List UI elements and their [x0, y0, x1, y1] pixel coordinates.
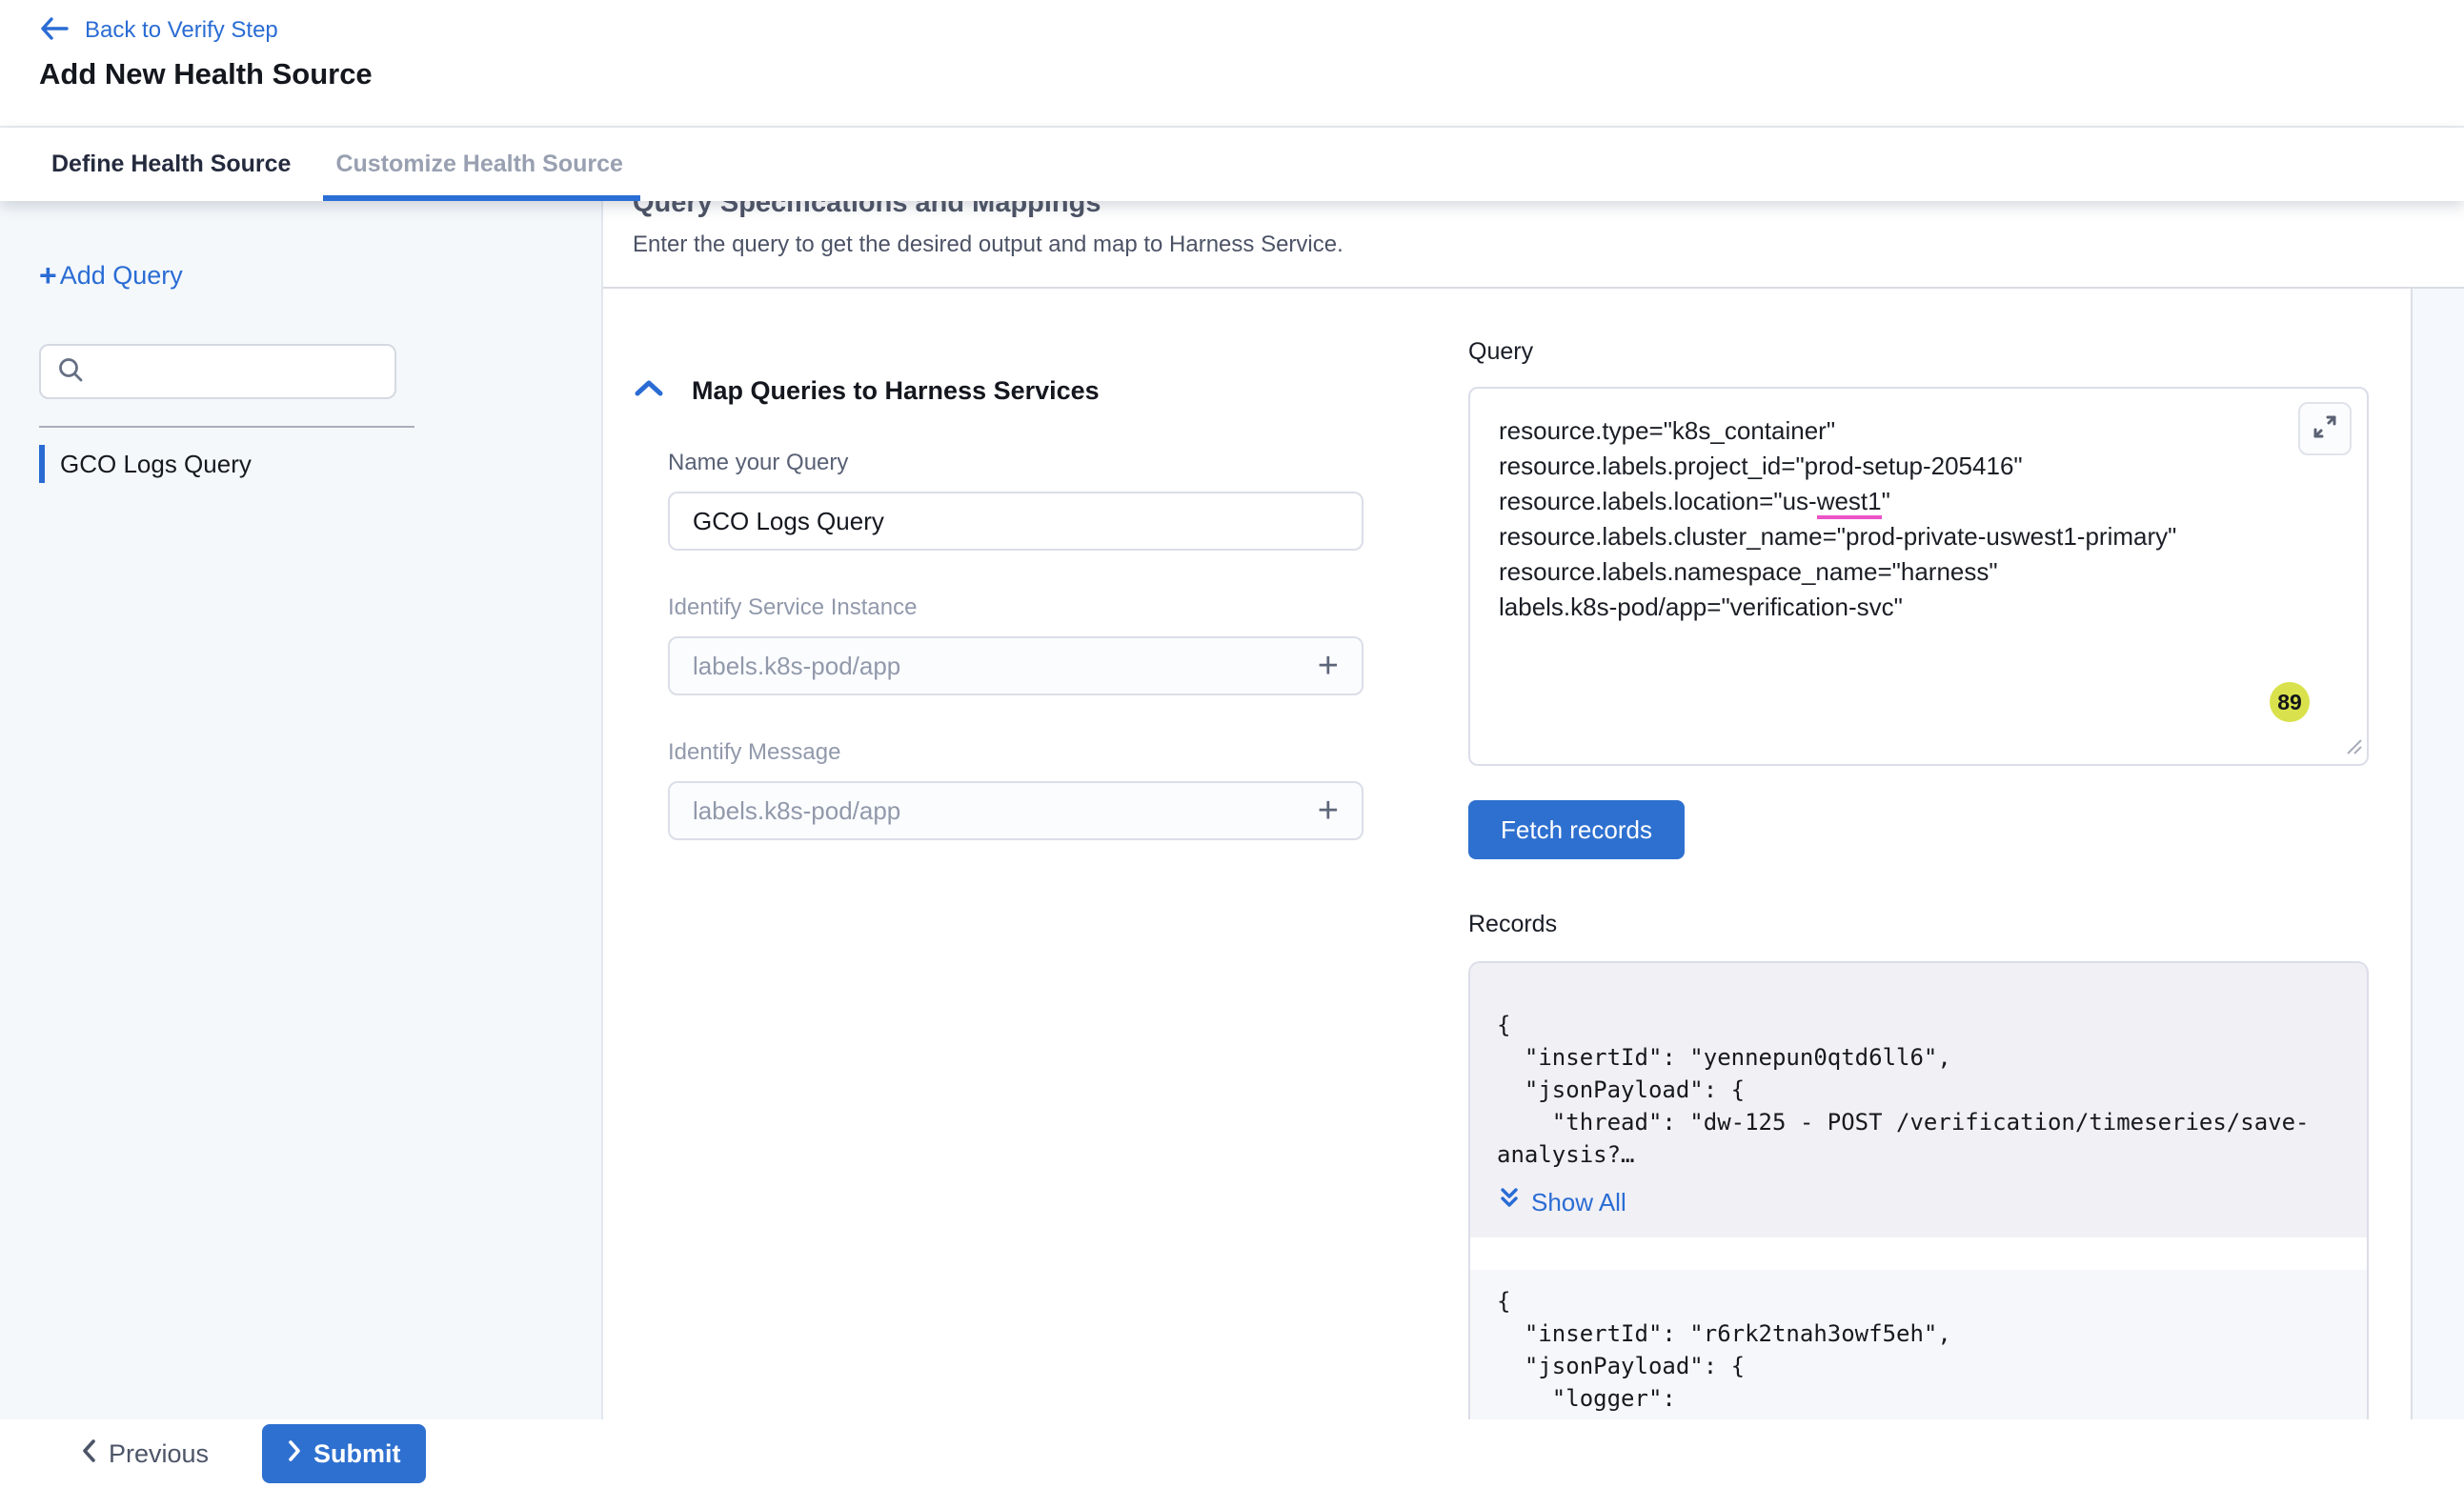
service-instance-input[interactable]: labels.k8s-pod/app + — [668, 636, 1363, 695]
query-line: resource.labels.project_id="prod-setup-2… — [1499, 449, 2338, 484]
back-link[interactable]: Back to Verify Step — [39, 11, 2464, 50]
map-queries-title: Map Queries to Harness Services — [692, 376, 1100, 406]
fetch-records-button[interactable]: Fetch records — [1468, 800, 1685, 859]
add-health-source-page: Back to Verify Step Add New Health Sourc… — [0, 0, 2464, 1488]
query-label: Query — [1468, 338, 2369, 366]
query-line: resource.labels.namespace_name="harness" — [1499, 554, 2338, 590]
add-query-button[interactable]: + Add Query — [39, 260, 601, 291]
plus-icon[interactable]: + — [1318, 648, 1339, 684]
resize-handle-icon[interactable] — [2345, 737, 2362, 759]
record-item: { "insertId": "yennepun0qtd6ll6", "jsonP… — [1470, 963, 2367, 1237]
identify-service-instance-label: Identify Service Instance — [668, 594, 1363, 621]
query-column: Query resource.type="k8s_container"resou… — [1468, 289, 2411, 1419]
double-chevron-down-icon — [1497, 1185, 1522, 1219]
submit-label: Submit — [313, 1439, 401, 1469]
record-json-line: "logger": — [1497, 1382, 2340, 1415]
query-line: labels.k8s-pod/app="verification-svc" — [1499, 590, 2338, 625]
arrow-left-icon — [39, 16, 70, 46]
query-line: resource.type="k8s_container" — [1499, 413, 2338, 449]
query-specifications-panel: Query Specifications and Mappings Enter … — [603, 201, 2464, 1419]
back-link-label: Back to Verify Step — [85, 17, 278, 44]
section-subtitle: Enter the query to get the desired outpu… — [633, 231, 2464, 258]
record-json-line: "jsonPayload": { — [1497, 1074, 2340, 1106]
page-header: Back to Verify Step Add New Health Sourc… — [0, 0, 2464, 128]
query-line: resource.labels.cluster_name="prod-priva… — [1499, 519, 2338, 554]
expand-query-button[interactable] — [2298, 402, 2352, 455]
show-all-link[interactable]: Show All — [1497, 1184, 2340, 1220]
add-query-label: Add Query — [60, 261, 183, 291]
section-heading-block: Query Specifications and Mappings Enter … — [603, 201, 2464, 258]
query-name-input[interactable]: GCO Logs Query — [668, 492, 1363, 551]
search-input[interactable] — [85, 346, 394, 397]
search-icon — [56, 355, 85, 389]
record-json-line: "jsonPayload": { — [1497, 1350, 2340, 1382]
sidebar-item-gco-logs-query[interactable]: GCO Logs Query — [39, 445, 601, 483]
section-title: Query Specifications and Mappings — [633, 201, 2464, 220]
expand-icon — [2311, 412, 2339, 446]
records-viewer: { "insertId": "yennepun0qtd6ll6", "jsonP… — [1468, 961, 2369, 1419]
show-all-label: Show All — [1531, 1186, 1626, 1218]
query-text: resource.type="k8s_container"resource.la… — [1470, 389, 2367, 650]
message-value: labels.k8s-pod/app — [693, 796, 900, 826]
mapping-card: Map Queries to Harness Services Name you… — [603, 289, 2413, 1419]
right-margin-strip — [2413, 289, 2464, 1419]
map-queries-fields: Name your Query GCO Logs Query Identify … — [668, 450, 1363, 840]
map-queries-column: Map Queries to Harness Services Name you… — [633, 289, 1468, 1419]
record-item: { "insertId": "r6rk2tnah3owf5eh", "jsonP… — [1470, 1270, 2367, 1419]
char-count-badge: 89 — [2270, 682, 2310, 722]
spellcheck-underlined-text: west1 — [1817, 487, 1882, 519]
name-query-label: Name your Query — [668, 450, 1363, 476]
service-instance-value: labels.k8s-pod/app — [693, 652, 900, 681]
record-json-line: { — [1497, 1285, 2340, 1317]
message-input[interactable]: labels.k8s-pod/app + — [668, 781, 1363, 840]
sidebar-divider — [39, 426, 414, 428]
health-source-tabs: Define Health Source Customize Health So… — [0, 128, 2464, 201]
plus-icon: + — [39, 260, 57, 291]
page-title: Add New Health Source — [39, 57, 2464, 91]
query-item-label: GCO Logs Query — [60, 450, 252, 479]
queries-sidebar: + Add Query GCO Logs Query — [0, 201, 603, 1419]
record-json-line: "thread": "dw-125 - POST /verification/t… — [1497, 1106, 2340, 1138]
query-line: resource.labels.location="us-west1" — [1499, 484, 2338, 519]
mapping-body: Map Queries to Harness Services Name you… — [603, 289, 2464, 1419]
previous-label: Previous — [109, 1439, 209, 1469]
wizard-footer: Previous Submit — [0, 1419, 2464, 1488]
query-name-value: GCO Logs Query — [693, 507, 884, 536]
selected-indicator-bar — [39, 445, 45, 483]
query-search-box[interactable] — [39, 344, 396, 399]
tab-customize-health-source[interactable]: Customize Health Source — [335, 128, 622, 201]
map-queries-section-toggle[interactable]: Map Queries to Harness Services — [633, 376, 1468, 406]
record-json-line: "insertId": "yennepun0qtd6ll6", — [1497, 1041, 2340, 1074]
record-json-line: analysis?… — [1497, 1138, 2340, 1171]
identify-message-label: Identify Message — [668, 739, 1363, 766]
records-label: Records — [1468, 911, 2369, 938]
chevron-up-icon — [633, 378, 665, 404]
query-input[interactable]: resource.type="k8s_container"resource.la… — [1468, 387, 2369, 766]
submit-button[interactable]: Submit — [262, 1424, 426, 1483]
record-json-line: { — [1497, 1009, 2340, 1041]
record-json-line: "insertId": "r6rk2tnah3owf5eh", — [1497, 1317, 2340, 1350]
previous-button[interactable]: Previous — [80, 1438, 209, 1471]
plus-icon[interactable]: + — [1318, 793, 1339, 829]
chevron-right-icon — [287, 1438, 302, 1470]
content-area: + Add Query GCO Logs Query Query Specifi… — [0, 201, 2464, 1419]
chevron-left-icon — [80, 1438, 97, 1471]
tab-define-health-source[interactable]: Define Health Source — [51, 128, 291, 201]
